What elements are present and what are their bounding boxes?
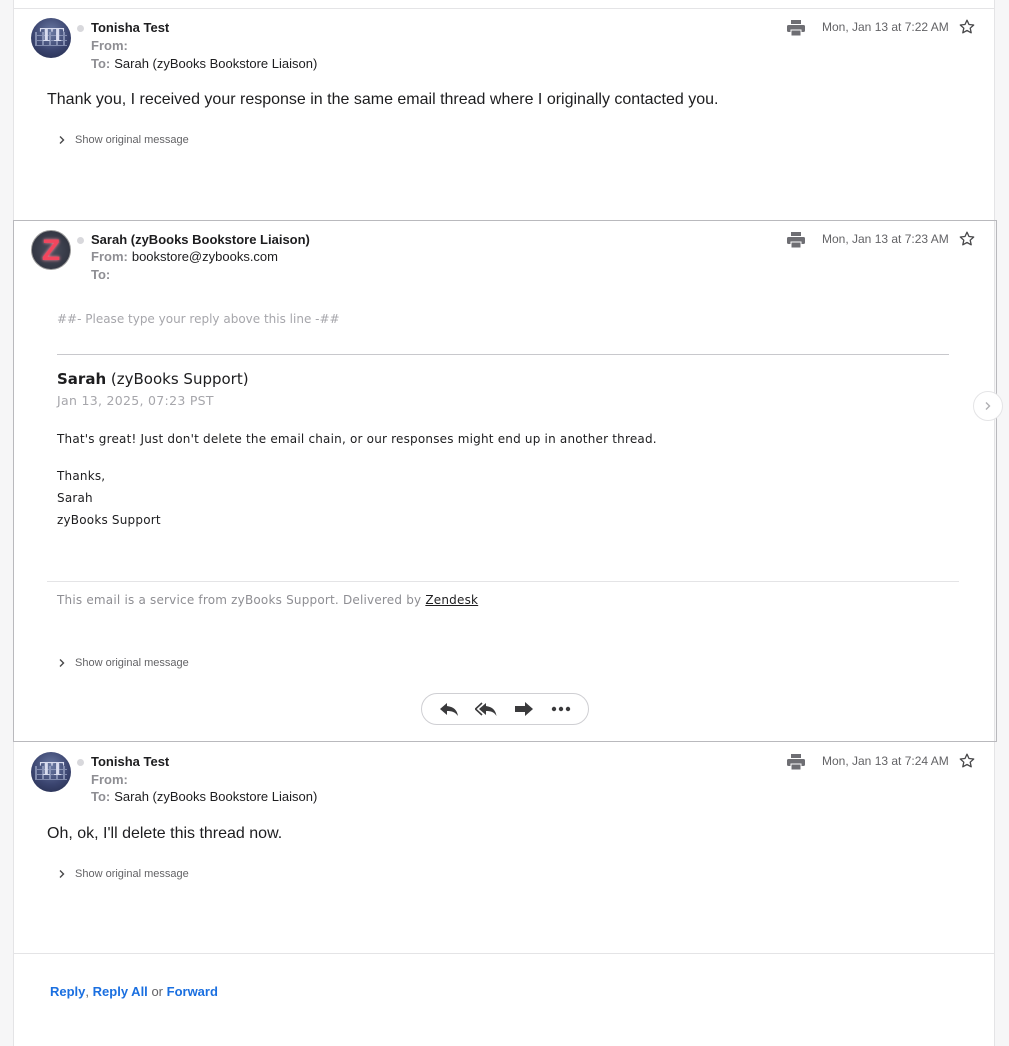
- print-icon[interactable]: [787, 232, 805, 248]
- message-actions-bar: [421, 693, 589, 725]
- support-date: Jan 13, 2025, 07:23 PST: [57, 393, 214, 408]
- from-line: From: bookstore@zybooks.com: [91, 249, 278, 264]
- chevron-right-icon: [59, 659, 65, 667]
- support-author: Sarah (zyBooks Support): [57, 370, 249, 388]
- support-paragraph: That's great! Just don't delete the emai…: [57, 432, 657, 446]
- star-icon[interactable]: [959, 19, 975, 35]
- show-original-toggle[interactable]: Show original message: [57, 657, 189, 669]
- unread-dot-icon: [77, 25, 84, 32]
- star-icon[interactable]: [959, 231, 975, 247]
- unread-dot-icon: [77, 237, 84, 244]
- avatar: TT: [31, 752, 71, 792]
- from-line: From:: [91, 38, 128, 53]
- divider: [47, 581, 959, 582]
- signature-line: Sarah: [57, 491, 93, 505]
- sender-name: Tonisha Test: [91, 20, 170, 35]
- avatar: TT: [31, 18, 71, 58]
- to-line: To: Sarah (zyBooks Bookstore Liaison): [91, 56, 318, 71]
- show-original-toggle[interactable]: Show original message: [57, 868, 189, 880]
- message-body: Thank you, I received your response in t…: [47, 91, 719, 108]
- reply-icon[interactable]: [437, 699, 461, 719]
- divider: [14, 953, 994, 954]
- more-icon[interactable]: [549, 699, 573, 719]
- sender-name: Sarah (zyBooks Bookstore Liaison): [91, 232, 310, 247]
- zendesk-link[interactable]: Zendesk: [425, 593, 478, 607]
- show-original-toggle[interactable]: Show original message: [57, 134, 189, 146]
- reply-all-icon[interactable]: [474, 699, 498, 719]
- chevron-right-icon: [59, 136, 65, 144]
- message-date: Mon, Jan 13 at 7:24 AM: [822, 754, 949, 768]
- sender-name: Tonisha Test: [91, 754, 170, 769]
- print-icon[interactable]: [787, 20, 805, 36]
- forward-link[interactable]: Forward: [167, 984, 218, 999]
- message-3[interactable]: TT Tonisha Test From: To: Sarah (zyBooks …: [14, 743, 996, 953]
- message-date: Mon, Jan 13 at 7:23 AM: [822, 232, 949, 246]
- message-date: Mon, Jan 13 at 7:22 AM: [822, 20, 949, 34]
- to-line: To:: [91, 267, 111, 282]
- reply-bar: Reply, Reply All or Forward: [50, 984, 218, 999]
- reply-link[interactable]: Reply: [50, 984, 85, 999]
- divider: [57, 354, 949, 355]
- reply-above-line-hint: ##- Please type your reply above this li…: [57, 312, 340, 326]
- chevron-right-icon: [985, 402, 991, 410]
- signature-line: zyBooks Support: [57, 513, 161, 527]
- star-icon[interactable]: [959, 753, 975, 769]
- to-line: To: Sarah (zyBooks Bookstore Liaison): [91, 789, 318, 804]
- from-line: From:: [91, 772, 128, 787]
- avatar: Z: [31, 230, 71, 270]
- signature-line: Thanks,: [57, 469, 106, 483]
- print-icon[interactable]: [787, 754, 805, 770]
- unread-dot-icon: [77, 759, 84, 766]
- chevron-right-icon: [59, 870, 65, 878]
- zendesk-footer: This email is a service from zyBooks Sup…: [57, 593, 479, 607]
- message-1[interactable]: TT Tonisha Test From: To: Sarah (zyBooks …: [14, 9, 996, 220]
- forward-icon[interactable]: [512, 699, 536, 719]
- email-thread: TT Tonisha Test From: To: Sarah (zyBooks …: [13, 0, 997, 1046]
- reply-all-link[interactable]: Reply All: [93, 984, 148, 999]
- message-body: Oh, ok, I'll delete this thread now.: [47, 825, 283, 842]
- next-message-button[interactable]: [973, 391, 1003, 421]
